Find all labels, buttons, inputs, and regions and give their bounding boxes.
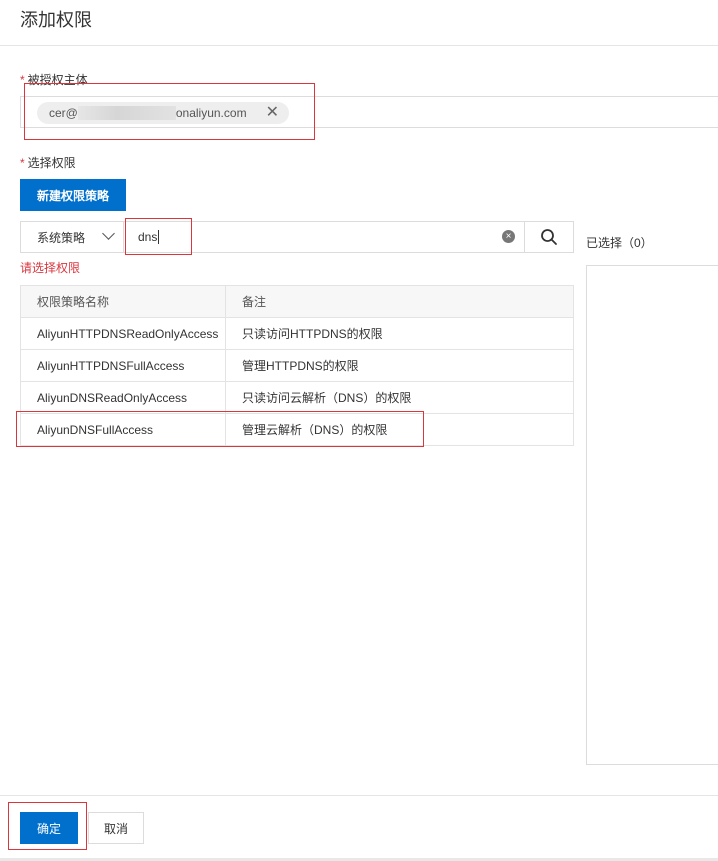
permission-label-text: 选择权限 bbox=[27, 156, 76, 170]
chevron-down-icon bbox=[102, 227, 115, 240]
search-button[interactable] bbox=[524, 221, 574, 253]
table-row[interactable]: AliyunDNSReadOnlyAccess 只读访问云解析（DNS）的权限 bbox=[20, 381, 574, 414]
new-policy-button[interactable]: 新建权限策略 bbox=[20, 179, 126, 211]
principal-label-text: 被授权主体 bbox=[27, 73, 88, 87]
error-message: 请选择权限 bbox=[20, 261, 81, 275]
search-value: dns bbox=[138, 230, 158, 244]
table-row[interactable]: AliyunHTTPDNSReadOnlyAccess 只读访问HTTPDNS的… bbox=[20, 317, 574, 350]
selected-list-panel bbox=[586, 265, 718, 765]
policy-table: 权限策略名称 备注 AliyunHTTPDNSReadOnlyAccess 只读… bbox=[20, 285, 574, 446]
table-row[interactable]: AliyunHTTPDNSFullAccess 管理HTTPDNS的权限 bbox=[20, 349, 574, 382]
text-cursor bbox=[158, 230, 160, 244]
policy-name-cell: AliyunDNSReadOnlyAccess bbox=[20, 381, 226, 414]
principal-label: * 被授权主体 bbox=[20, 71, 88, 88]
cancel-button[interactable]: 取消 bbox=[88, 812, 144, 844]
required-mark: * bbox=[20, 73, 25, 87]
close-icon[interactable]: ✕ bbox=[266, 105, 279, 121]
search-input[interactable]: dns bbox=[123, 221, 525, 253]
policy-name-cell: AliyunDNSFullAccess bbox=[20, 413, 226, 446]
page-title: 添加权限 bbox=[20, 10, 92, 30]
search-icon bbox=[541, 229, 557, 245]
policy-remark-cell: 管理HTTPDNS的权限 bbox=[225, 349, 574, 382]
required-mark: * bbox=[20, 156, 25, 170]
policy-name-cell: AliyunHTTPDNSFullAccess bbox=[20, 349, 226, 382]
redacted-mask bbox=[77, 106, 176, 120]
confirm-button[interactable]: 确定 bbox=[20, 812, 78, 844]
policy-remark-cell: 只读访问HTTPDNS的权限 bbox=[225, 317, 574, 350]
policy-name-cell: AliyunHTTPDNSReadOnlyAccess bbox=[20, 317, 226, 350]
clear-icon[interactable]: × bbox=[502, 230, 515, 243]
policy-type-select[interactable]: 系统策略 bbox=[20, 221, 124, 253]
header-divider bbox=[0, 45, 718, 46]
column-header-remark: 备注 bbox=[225, 285, 574, 318]
policy-type-value: 系统策略 bbox=[37, 230, 86, 245]
policy-remark-cell: 管理云解析（DNS）的权限 bbox=[225, 413, 574, 446]
table-row[interactable]: AliyunDNSFullAccess 管理云解析（DNS）的权限 bbox=[20, 413, 574, 446]
policy-remark-cell: 只读访问云解析（DNS）的权限 bbox=[225, 381, 574, 414]
selected-count-label: 已选择（0） bbox=[586, 236, 653, 250]
principal-tag-prefix: cer@ bbox=[49, 106, 78, 120]
principal-tag-suffix: onaliyun.com bbox=[175, 106, 247, 120]
table-header-row: 权限策略名称 备注 bbox=[20, 285, 574, 318]
permission-label: * 选择权限 bbox=[20, 154, 76, 171]
column-header-name: 权限策略名称 bbox=[20, 285, 226, 318]
principal-tag: cer@ onaliyun.com ✕ bbox=[37, 102, 289, 124]
footer-divider bbox=[0, 795, 718, 796]
